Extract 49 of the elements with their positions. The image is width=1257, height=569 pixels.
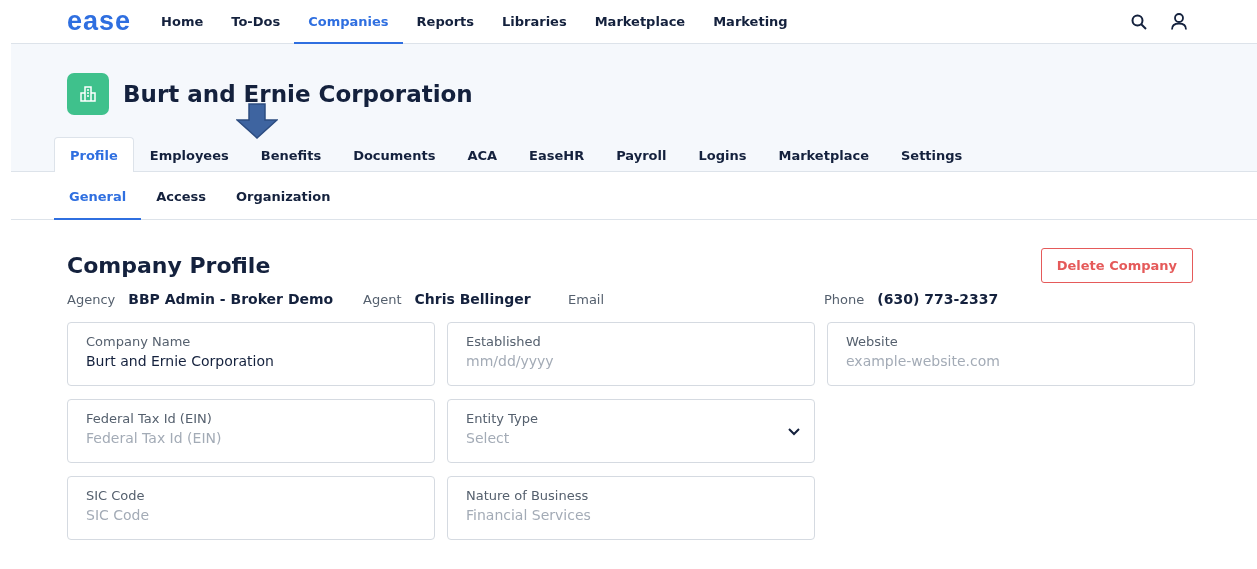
input-field[interactable]: Burt and Ernie Corporation: [86, 353, 416, 369]
tab[interactable]: Settings: [884, 137, 979, 172]
tab[interactable]: ACA: [451, 137, 514, 172]
section-title: Company Profile: [67, 253, 271, 278]
info-value: BBP Admin - Broker Demo: [128, 291, 334, 307]
down-arrow-icon: [236, 103, 278, 139]
subtab[interactable]: Access: [141, 172, 221, 220]
field-label: Company Name: [86, 334, 192, 349]
user-icon[interactable]: [1171, 13, 1187, 30]
tab[interactable]: EaseHR: [513, 137, 601, 172]
nav-link[interactable]: Home: [147, 0, 218, 44]
info-label: Agency: [67, 291, 116, 307]
tab[interactable]: Logins: [682, 137, 763, 172]
tab[interactable]: Benefits: [244, 137, 338, 172]
delete-button[interactable]: Delete Company: [1040, 248, 1193, 283]
input-field[interactable]: SIC Code: [86, 507, 416, 523]
info-label: Email: [568, 291, 605, 307]
subtab[interactable]: Organization: [220, 172, 346, 220]
input-field[interactable]: mm/dd/yyyy: [466, 353, 796, 369]
search-icon[interactable]: [1131, 13, 1147, 30]
field-label: Entity Type: [466, 411, 539, 426]
field-label: Established: [466, 334, 542, 349]
building-icon: [67, 73, 109, 115]
nav-link[interactable]: Reports: [402, 0, 488, 44]
input-field[interactable]: Financial Services: [466, 507, 796, 523]
tab[interactable]: Documents: [337, 137, 452, 172]
info-label: Agent: [363, 291, 402, 307]
field-label: Nature of Business: [466, 488, 590, 503]
info-value: (630) 773-2337: [877, 291, 999, 307]
subtab[interactable]: General: [54, 172, 142, 220]
nav-link[interactable]: Marketplace: [580, 0, 700, 44]
field-label: SIC Code: [86, 488, 146, 503]
input-field[interactable]: example-website.com: [846, 353, 1176, 369]
field-label: Website: [846, 334, 899, 349]
field-label: Federal Tax Id (EIN): [86, 411, 213, 426]
chevron-down-icon[interactable]: [788, 428, 800, 436]
info-label: Phone: [824, 291, 865, 307]
tab[interactable]: Employees: [133, 137, 245, 172]
logo[interactable]: ease: [67, 6, 132, 37]
nav-link[interactable]: Libraries: [488, 0, 581, 44]
input-field[interactable]: Federal Tax Id (EIN): [86, 430, 416, 446]
tab[interactable]: Marketplace: [762, 137, 885, 172]
company-name: Burt and Ernie Corporation: [123, 81, 473, 107]
nav-link[interactable]: Marketing: [699, 0, 802, 44]
info-value: Chris Bellinger: [414, 291, 531, 307]
tab[interactable]: Profile: [54, 137, 134, 172]
nav-link[interactable]: To-Dos: [217, 0, 295, 44]
select-field[interactable]: Select: [466, 430, 796, 446]
tab[interactable]: Payroll: [600, 137, 683, 172]
